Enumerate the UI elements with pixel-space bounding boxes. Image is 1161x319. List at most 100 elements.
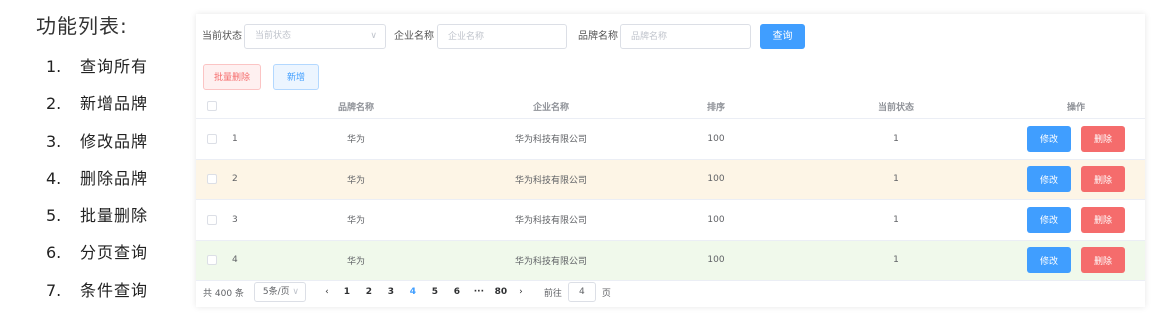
company-input[interactable] (437, 24, 567, 49)
row-status: 1 (893, 255, 899, 266)
header-order: 排序 (706, 102, 725, 113)
page-number-current[interactable]: 4 (402, 287, 424, 297)
feature-label: 修改品牌 (80, 131, 149, 151)
delete-button[interactable]: 删除 (1081, 247, 1125, 274)
feature-number: 4. (46, 168, 62, 188)
row-ops: 修改 删除 (1016, 241, 1136, 281)
row-status: 1 (893, 174, 899, 185)
feature-label: 条件查询 (80, 280, 149, 300)
row-company: 华为科技有限公司 (514, 256, 587, 267)
row-index: 2 (232, 174, 238, 185)
chevron-down-icon: ∨ (370, 31, 377, 41)
edit-button[interactable]: 修改 (1027, 206, 1071, 233)
row-check-cell (205, 241, 219, 281)
feature-item: 4. 删除品牌 (36, 164, 186, 201)
row-checkbox[interactable] (207, 174, 217, 185)
row-index: 3 (232, 214, 238, 225)
row-checkbox[interactable] (207, 133, 217, 144)
feature-list: 1. 查询所有 2. 新增品牌 3. 修改品牌 4. 删除品牌 5. 批量删除 6. 分页查… (36, 52, 186, 313)
feature-number: 7. (46, 280, 62, 300)
page-number[interactable]: 5 (424, 287, 446, 297)
table-row: 4 华为 华为科技有限公司 100 1 修改 删除 (196, 240, 1145, 281)
header-company: 企业名称 (532, 102, 569, 113)
feature-number: 2. (46, 94, 62, 114)
page-size-select[interactable]: 5条/页 ∨ (253, 282, 306, 302)
row-ops: 修改 删除 (1016, 160, 1136, 200)
jump-input[interactable]: 4 (567, 282, 596, 302)
header-brand: 品牌名称 (337, 102, 374, 113)
row-brand: 华为 (346, 216, 365, 227)
row-checkbox[interactable] (207, 214, 217, 225)
row-brand: 华为 (346, 256, 365, 267)
feature-item: 3. 修改品牌 (36, 127, 186, 164)
search-form: 当前状态 当前状态 ∨ 企业名称 品牌名称 查询 (196, 24, 1145, 49)
row-index: 1 (232, 133, 238, 144)
page-number[interactable]: 3 (380, 287, 402, 297)
row-brand: 华为 (346, 135, 365, 146)
delete-button[interactable]: 删除 (1081, 125, 1125, 152)
row-check-cell (205, 200, 219, 240)
row-brand: 华为 (346, 175, 365, 186)
select-all-checkbox[interactable] (207, 101, 217, 111)
feature-item: 2. 新增品牌 (36, 89, 186, 126)
page-number[interactable]: 6 (446, 287, 468, 297)
feature-label: 批量删除 (80, 206, 149, 226)
feature-item: 1. 查询所有 (36, 52, 186, 89)
row-company: 华为科技有限公司 (514, 175, 587, 186)
row-order: 100 (707, 174, 725, 185)
brand-input[interactable] (620, 24, 751, 49)
row-index: 4 (232, 255, 238, 266)
feature-item: 6. 分页查询 (36, 238, 186, 275)
feature-number: 1. (46, 57, 62, 76)
feature-item: 7. 条件查询 (36, 276, 186, 313)
page-size-value: 5条/页 (262, 287, 290, 297)
table-header: 品牌名称 企业名称 排序 当前状态 操作 (196, 94, 1145, 119)
row-order: 100 (707, 214, 725, 225)
select-all-cell (205, 94, 219, 118)
chevron-right-icon[interactable]: › (512, 287, 530, 297)
feature-label: 分页查询 (80, 243, 149, 263)
status-select-placeholder: 当前状态 (255, 31, 292, 41)
page-number[interactable]: 80 (490, 287, 512, 297)
row-status: 1 (893, 214, 899, 225)
pagination-total: 共 400 条 (203, 288, 244, 299)
jump-label: 前往 (543, 288, 562, 299)
status-select[interactable]: 当前状态 ∨ (244, 24, 386, 49)
chevron-left-icon[interactable]: ‹ (318, 287, 336, 297)
feature-number: 6. (46, 243, 62, 263)
row-check-cell (205, 119, 219, 159)
row-ops: 修改 删除 (1016, 200, 1136, 240)
feature-label: 删除品牌 (80, 168, 149, 188)
delete-button[interactable]: 删除 (1081, 206, 1125, 233)
page-ellipsis[interactable]: ··· (468, 287, 490, 297)
feature-item: 5. 批量删除 (36, 201, 186, 238)
status-label: 当前状态 (202, 31, 242, 42)
edit-button[interactable]: 修改 (1027, 247, 1071, 274)
pagination: 共 400 条 5条/页 ∨ ‹ 1 2 3 4 5 6 ··· 80 › 前往… (203, 282, 611, 302)
batch-delete-button[interactable]: 批量删除 (203, 64, 261, 90)
row-order: 100 (707, 133, 725, 144)
row-status: 1 (893, 133, 899, 144)
delete-button[interactable]: 删除 (1081, 166, 1125, 193)
table-row: 3 华为 华为科技有限公司 100 1 修改 删除 (196, 200, 1145, 241)
row-check-cell (205, 160, 219, 200)
feature-number: 3. (46, 131, 62, 151)
row-ops: 修改 删除 (1016, 119, 1136, 159)
header-ops: 操作 (1066, 102, 1085, 113)
feature-list-panel: 功能列表: 1. 查询所有 2. 新增品牌 3. 修改品牌 4. 删除品牌 5. 批量删除… (36, 10, 186, 313)
edit-button[interactable]: 修改 (1027, 125, 1071, 152)
jump-suffix: 页 (601, 288, 611, 299)
page-number[interactable]: 2 (358, 287, 380, 297)
edit-button[interactable]: 修改 (1027, 166, 1071, 193)
row-checkbox[interactable] (207, 255, 217, 266)
add-button[interactable]: 新增 (273, 64, 319, 90)
feature-label: 新增品牌 (80, 94, 149, 114)
row-order: 100 (707, 255, 725, 266)
feature-label: 查询所有 (80, 57, 149, 76)
feature-list-title: 功能列表: (36, 14, 128, 38)
page-number[interactable]: 1 (336, 287, 358, 297)
query-button[interactable]: 查询 (760, 24, 805, 49)
chevron-down-icon: ∨ (292, 287, 299, 297)
feature-number: 5. (46, 206, 62, 226)
table-row: 1 华为 华为科技有限公司 100 1 修改 删除 (196, 119, 1145, 160)
